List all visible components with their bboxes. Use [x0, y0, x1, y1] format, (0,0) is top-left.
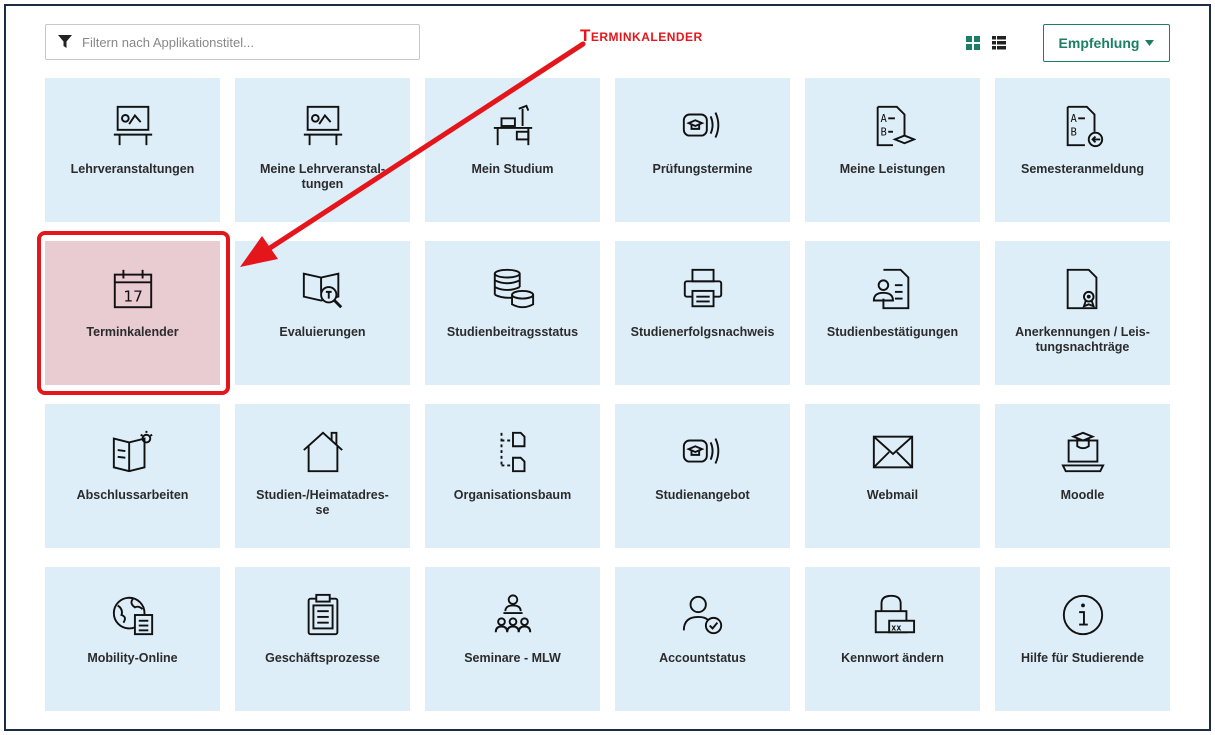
app-tile-abschlussarbeiten[interactable]: Abschlussarbeiten	[45, 404, 220, 548]
app-tile-studienangebot[interactable]: Studienangebot	[615, 404, 790, 548]
printer-icon	[679, 265, 727, 313]
app-tile-label: Webmail	[866, 488, 919, 502]
book-idea-icon	[109, 428, 157, 476]
svg-text:B: B	[880, 127, 886, 139]
app-tile-label: Studien-/Heimatadres- se	[256, 488, 389, 517]
app-tile-studienbeitragsstatus[interactable]: Studienbeitragsstatus	[425, 241, 600, 385]
app-tile-label: Semesteranmeldung	[1021, 162, 1144, 176]
sort-dropdown-button[interactable]: Empfehlung	[1043, 24, 1170, 62]
app-tile-label: Studienangebot	[655, 488, 750, 502]
study-desk-icon	[489, 102, 537, 150]
app-tile-prüfungstermine[interactable]: Prüfungstermine	[615, 78, 790, 222]
envelope-icon	[869, 428, 917, 476]
app-tile-mobility-online[interactable]: Mobility-Online	[45, 567, 220, 711]
seminar-group-icon	[489, 591, 537, 639]
coins-icon	[489, 265, 537, 313]
svg-text:A: A	[880, 113, 887, 125]
grades-signin-icon: AB	[1059, 102, 1107, 150]
svg-text:B: B	[1070, 127, 1076, 139]
app-tile-studien-heimatadres-se[interactable]: Studien-/Heimatadres- se	[235, 404, 410, 548]
app-tile-kennwort-ändern[interactable]: xx_ Kennwort ändern	[805, 567, 980, 711]
annotation-label: Terminkalender	[580, 26, 703, 46]
app-tile-evaluierungen[interactable]: Evaluierungen	[235, 241, 410, 385]
app-tile-label: Prüfungstermine	[652, 162, 753, 176]
app-tile-semesteranmeldung[interactable]: A B Semesteranmeldung	[995, 78, 1170, 222]
app-tile-label: Seminare - MLW	[464, 651, 561, 665]
app-tile-studienbestätigungen[interactable]: Studienbestätigungen	[805, 241, 980, 385]
app-tile-moodle[interactable]: Moodle	[995, 404, 1170, 548]
svg-text:A: A	[1070, 113, 1077, 125]
graduation-broadcast-icon	[679, 428, 727, 476]
app-tile-label: Moodle	[1060, 488, 1105, 502]
caret-down-icon	[1145, 40, 1155, 46]
filter-icon	[58, 35, 72, 48]
app-tile-studienerfolgsnachweis[interactable]: Studienerfolgsnachweis	[615, 241, 790, 385]
app-tile-label: Kennwort ändern	[841, 651, 944, 665]
app-tile-seminare-mlw[interactable]: Seminare - MLW	[425, 567, 600, 711]
certificate-person-icon	[869, 265, 917, 313]
laptop-graduation-icon	[1059, 428, 1107, 476]
home-icon	[299, 428, 347, 476]
filter-input[interactable]	[82, 34, 402, 50]
sort-dropdown-label: Empfehlung	[1058, 35, 1140, 51]
app-tile-label: Hilfe für Studierende	[1021, 651, 1144, 665]
app-tile-label: Accountstatus	[659, 651, 746, 665]
filter-field[interactable]	[45, 24, 420, 60]
document-seal-icon	[1059, 265, 1107, 313]
lock-password-icon: xx_	[869, 591, 917, 639]
app-tile-lehrveranstaltungen[interactable]: Lehrveranstaltungen	[45, 78, 220, 222]
user-check-icon	[679, 591, 727, 639]
app-tile-label: Organisationsbaum	[453, 488, 572, 502]
app-tile-webmail[interactable]: Webmail	[805, 404, 980, 548]
app-tile-label: Mein Studium	[471, 162, 554, 176]
globe-document-icon	[109, 591, 157, 639]
app-tile-label: Terminkalender	[86, 325, 179, 339]
annotation-text: Terminkalender	[580, 26, 703, 45]
app-tile-label: Anerkennungen / Leis- tungsnachträge	[1015, 325, 1150, 354]
graduation-broadcast-icon	[679, 102, 727, 150]
svg-text:xx_: xx_	[891, 623, 907, 633]
app-tile-label: Studienbeitragsstatus	[446, 325, 579, 339]
app-tile-label: Studienerfolgsnachweis	[630, 325, 775, 339]
app-tile-label: Meine Leistungen	[839, 162, 946, 176]
app-tile-label: Geschäftsprozesse	[265, 651, 380, 665]
app-tile-terminkalender[interactable]: 17 Terminkalender	[45, 241, 220, 385]
info-icon	[1059, 591, 1107, 639]
grades-document-icon: AB	[869, 102, 917, 150]
app-tile-anerkennungen-leis-tungsnachträge[interactable]: Anerkennungen / Leis- tungsnachträge	[995, 241, 1170, 385]
org-tree-icon	[489, 428, 537, 476]
list-view-icon[interactable]	[992, 36, 1006, 50]
grid-view-icon[interactable]	[966, 36, 980, 50]
app-tile-label: Lehrveranstaltungen	[70, 162, 195, 176]
svg-text:17: 17	[123, 287, 143, 305]
app-tile-hilfe-für-studierende[interactable]: Hilfe für Studierende	[995, 567, 1170, 711]
app-tile-geschäftsprozesse[interactable]: Geschäftsprozesse	[235, 567, 410, 711]
presentation-board-icon	[299, 102, 347, 150]
app-tile-mein-studium[interactable]: Mein Studium	[425, 78, 600, 222]
app-tile-accountstatus[interactable]: Accountstatus	[615, 567, 790, 711]
app-tile-label: Studienbestätigungen	[826, 325, 959, 339]
book-search-icon	[299, 265, 347, 313]
app-tile-label: Mobility-Online	[87, 651, 178, 665]
clipboard-icon	[299, 591, 347, 639]
calendar-icon: 17	[109, 265, 157, 313]
app-tile-label: Evaluierungen	[279, 325, 366, 339]
app-tile-meine-leistungen[interactable]: A B Meine Leistungen	[805, 78, 980, 222]
app-tile-organisationsbaum[interactable]: Organisationsbaum	[425, 404, 600, 548]
app-tile-label: Meine Lehrveranstal- tungen	[259, 162, 386, 191]
app-tile-meine-lehrveranstal-tungen[interactable]: Meine Lehrveranstal- tungen	[235, 78, 410, 222]
app-tile-label: Abschlussarbeiten	[76, 488, 189, 502]
presentation-board-icon	[109, 102, 157, 150]
